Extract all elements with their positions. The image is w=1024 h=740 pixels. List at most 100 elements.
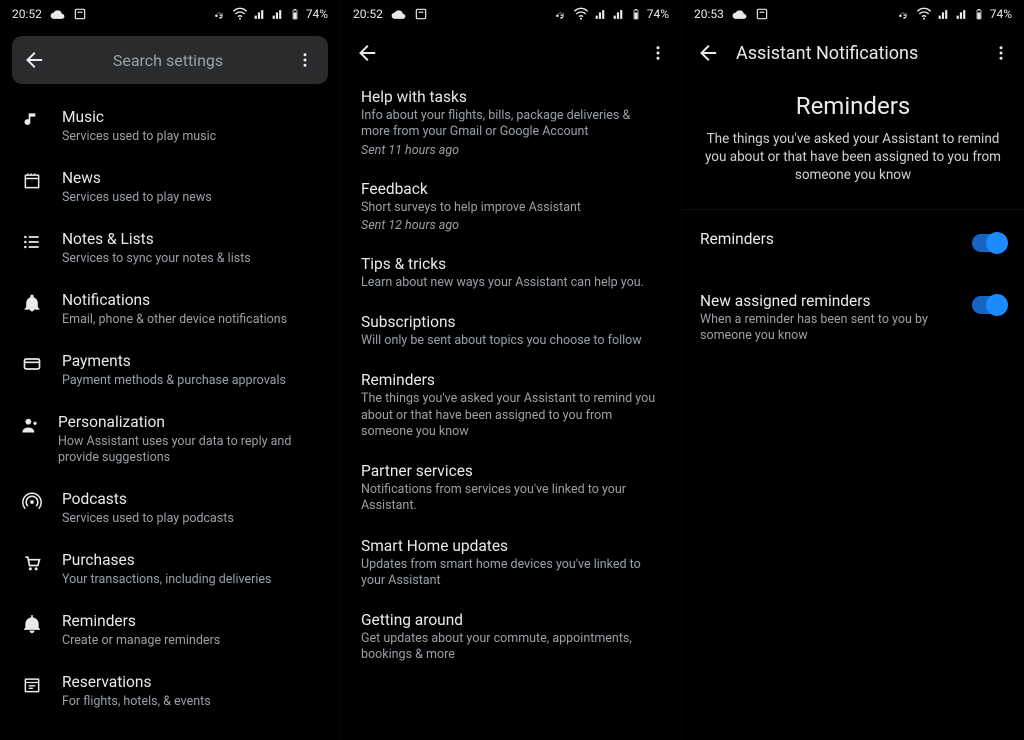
notif-item-subtitle: Updates from smart home devices you've l…	[361, 557, 661, 590]
cloud-icon	[391, 7, 406, 22]
vpn-icon	[212, 7, 227, 22]
notif-item-subtitle: The things you've asked your Assistant t…	[361, 391, 661, 440]
wifi-icon	[232, 6, 248, 22]
news-icon	[20, 169, 44, 191]
back-icon[interactable]	[696, 42, 718, 64]
settings-item[interactable]: Reminders Create or manage reminders	[0, 600, 340, 661]
more-icon[interactable]	[292, 51, 318, 69]
settings-item[interactable]: Notifications Email, phone & other device…	[0, 279, 340, 340]
notification-type-item[interactable]: Help with tasksInfo about your flights, …	[361, 78, 661, 170]
notification-type-item[interactable]: Getting around Get updates about your com…	[361, 601, 661, 676]
settings-item-subtitle: For flights, hotels, & events	[62, 694, 211, 710]
search-bar[interactable]: Search settings	[12, 36, 328, 84]
notification-type-item[interactable]: Smart Home updatesUpdates from smart hom…	[361, 527, 661, 602]
screen-reminders: 20:53 74% Assistant Notifications Remind…	[682, 0, 1024, 740]
notif-item-title: Feedback	[361, 180, 661, 198]
bell-icon	[20, 291, 44, 313]
back-icon[interactable]	[22, 49, 44, 71]
app-bar	[341, 28, 681, 78]
notif-item-title: Help with tasks	[361, 88, 661, 106]
battery-icon	[289, 6, 301, 22]
battery-icon	[630, 6, 642, 22]
settings-item-title: Reservations	[62, 673, 211, 692]
notif-item-meta: Sent 11 hours ago	[361, 143, 661, 158]
card-icon	[20, 352, 44, 374]
app-icon	[73, 7, 87, 21]
settings-item-subtitle: Email, phone & other device notification…	[62, 312, 287, 328]
signal-icon	[271, 8, 284, 21]
settings-item-subtitle: Services used to play music	[62, 129, 216, 145]
vpn-icon	[553, 7, 568, 22]
notif-item-subtitle: Short surveys to help improve Assistant	[361, 200, 661, 216]
status-time: 20:53	[694, 7, 724, 21]
cart-icon	[20, 551, 44, 573]
more-icon[interactable]	[992, 44, 1010, 62]
notification-type-item[interactable]: Tips & tricksLearn about new ways your A…	[361, 245, 661, 303]
settings-item-title: Payments	[62, 352, 286, 371]
app-icon	[414, 7, 428, 21]
notif-item-meta: Sent 12 hours ago	[361, 218, 661, 233]
notif-item-title: Partner services	[361, 462, 661, 480]
app-bar: Assistant Notifications	[682, 28, 1024, 78]
toggle-row[interactable]: Reminders	[682, 210, 1024, 272]
settings-item[interactable]: Music Services used to play music	[0, 96, 340, 157]
notif-item-subtitle: Get updates about your commute, appointm…	[361, 631, 661, 664]
signal-icon	[955, 8, 968, 21]
page-title: Reminders	[704, 92, 1002, 120]
settings-item-title: Purchases	[62, 551, 271, 570]
notif-item-title: Getting around	[361, 611, 661, 629]
status-bar: 20:52 74%	[0, 0, 340, 28]
toggle-title: Reminders	[700, 230, 960, 248]
battery-icon	[973, 6, 985, 22]
notification-type-item[interactable]: SubscriptionsWill only be sent about top…	[361, 303, 661, 361]
notif-item-subtitle: Will only be sent about topics you choos…	[361, 333, 661, 349]
notification-type-item[interactable]: Feedback Short surveys to help improve As…	[361, 170, 661, 245]
toggle-subtitle: When a reminder has been sent to you by …	[700, 312, 960, 345]
wifi-icon	[573, 6, 589, 22]
status-time: 20:52	[353, 7, 383, 21]
settings-item[interactable]: PersonalizationHow Assistant uses your d…	[0, 401, 340, 478]
reminders-header: Reminders The things you've asked your A…	[682, 78, 1024, 203]
settings-item-subtitle: Services used to play news	[62, 190, 212, 206]
settings-item[interactable]: NewsServices used to play news	[0, 157, 340, 218]
cloud-icon	[732, 7, 747, 22]
settings-item[interactable]: PaymentsPayment methods & purchase appro…	[0, 340, 340, 401]
toggle-list: Reminders New assigned remindersWhen a re…	[682, 210, 1024, 365]
back-icon[interactable]	[355, 42, 377, 64]
person-icon	[20, 413, 40, 435]
remind-icon	[20, 612, 44, 634]
settings-item-subtitle: Create or manage reminders	[62, 633, 220, 649]
settings-item[interactable]: PodcastsServices used to play podcasts	[0, 478, 340, 539]
wifi-icon	[916, 6, 932, 22]
settings-item[interactable]: Notes & ListsServices to sync your notes…	[0, 218, 340, 279]
settings-item-title: Notes & Lists	[62, 230, 251, 249]
switch-on[interactable]	[972, 234, 1006, 252]
settings-item-title: Notifications	[62, 291, 287, 310]
signal-icon	[594, 8, 607, 21]
toggle-row[interactable]: New assigned remindersWhen a reminder ha…	[682, 272, 1024, 365]
signal-icon	[253, 8, 266, 21]
settings-item[interactable]: PurchasesYour transactions, including de…	[0, 539, 340, 600]
settings-item-title: Music	[62, 108, 216, 127]
ticket-icon	[20, 673, 44, 695]
settings-item-title: Reminders	[62, 612, 220, 631]
notification-type-item[interactable]: Partner servicesNotifications from servi…	[361, 452, 661, 527]
screen-settings-list: 20:52 74% Search settings Music Services …	[0, 0, 341, 740]
settings-item-subtitle: How Assistant uses your data to reply an…	[58, 434, 324, 465]
screen-notifications-list: 20:52 74% Help with tasksInfo about your…	[341, 0, 682, 740]
notif-item-title: Tips & tricks	[361, 255, 661, 273]
more-icon[interactable]	[649, 44, 667, 62]
settings-list: Music Services used to play music NewsServ…	[0, 92, 340, 722]
notif-item-title: Reminders	[361, 371, 661, 389]
switch-on[interactable]	[972, 296, 1006, 314]
status-bar: 20:52 74%	[341, 0, 681, 28]
settings-item-title: Podcasts	[62, 490, 234, 509]
podcast-icon	[20, 490, 44, 512]
page-description: The things you've asked your Assistant t…	[704, 130, 1002, 185]
settings-item[interactable]: Reservations For flights, hotels, & event…	[0, 661, 340, 722]
notification-types-list: Help with tasksInfo about your flights, …	[341, 78, 681, 686]
battery-percent: 74%	[647, 7, 669, 21]
status-bar: 20:53 74%	[682, 0, 1024, 28]
music-icon	[20, 108, 44, 130]
notification-type-item[interactable]: Reminders The things you've asked your As…	[361, 361, 661, 452]
